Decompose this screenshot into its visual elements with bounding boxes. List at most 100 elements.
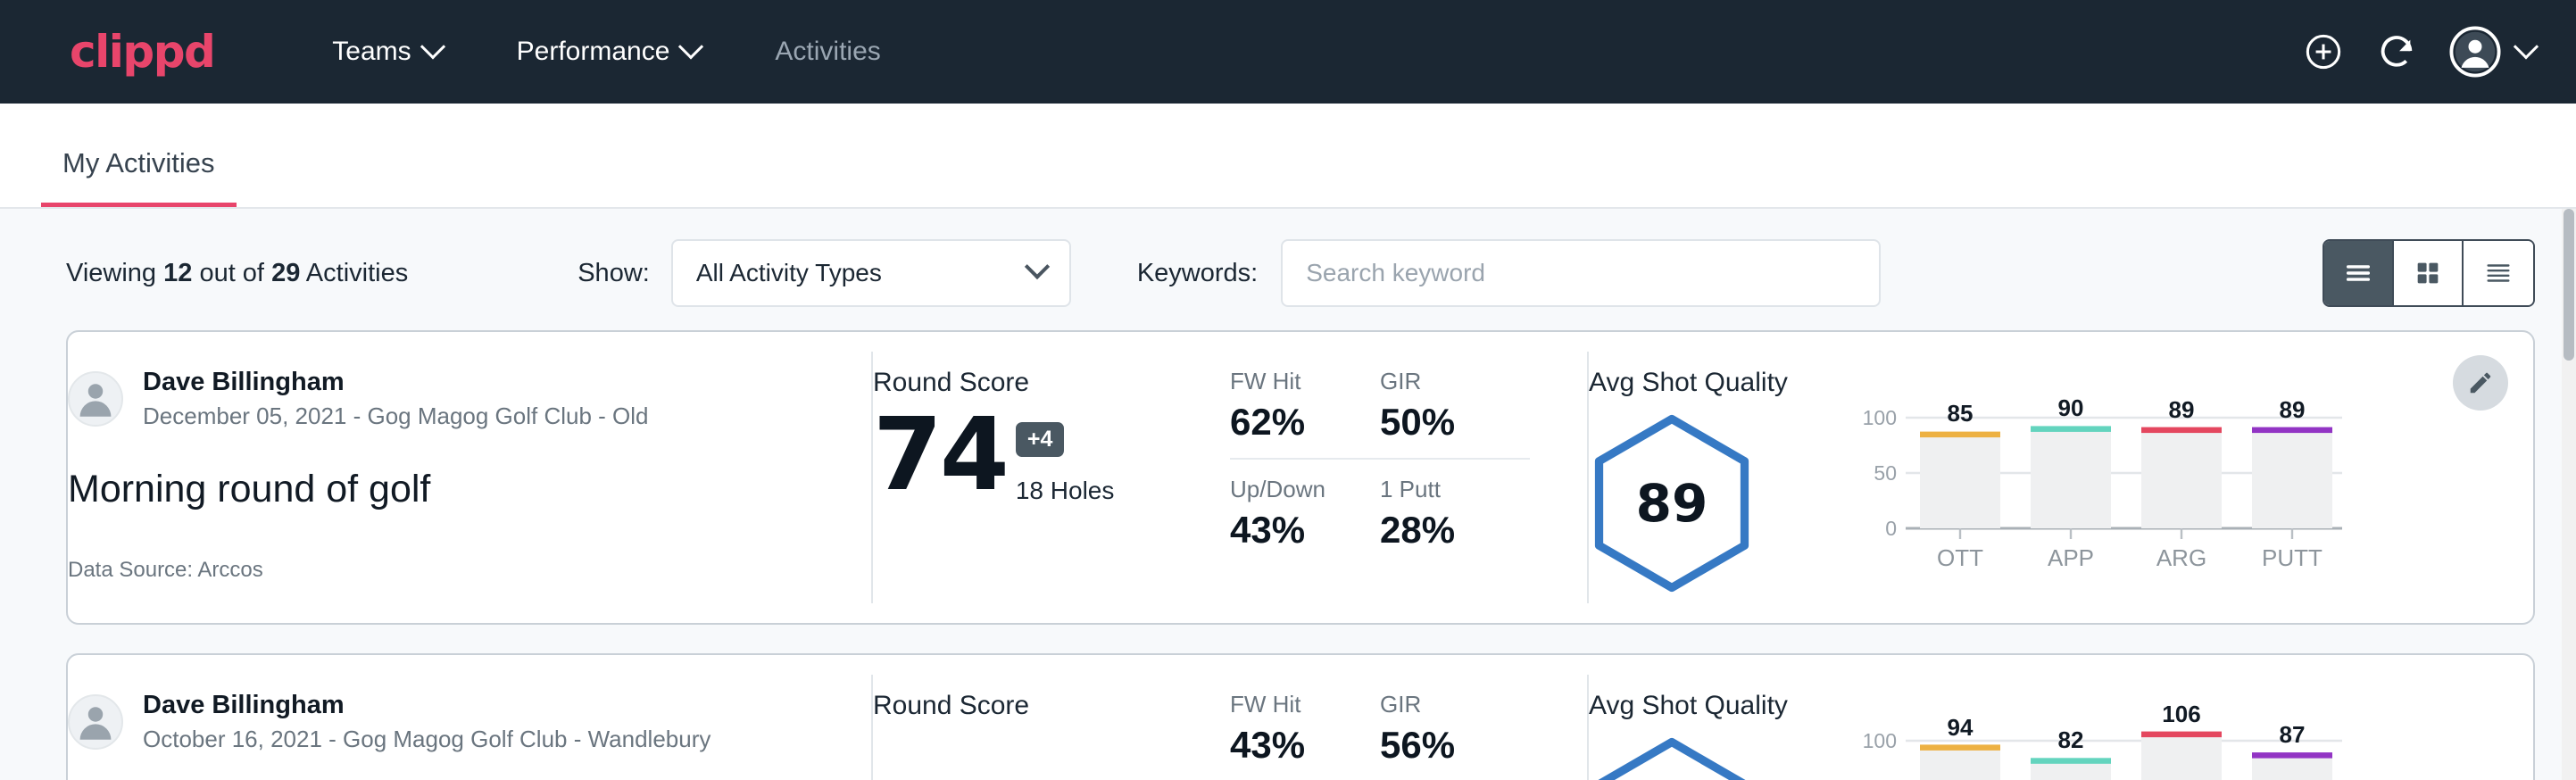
bar-chart-svg: 100 50 0 85 OTT xyxy=(1856,382,2356,574)
quality-hexagon xyxy=(1589,737,1755,780)
round-stats: FW Hit 43% GIR 56% xyxy=(1230,655,1587,780)
top-nav-actions xyxy=(2303,26,2535,78)
svg-text:ARG: ARG xyxy=(2156,544,2206,571)
svg-text:106: 106 xyxy=(2162,705,2200,727)
top-navigation-bar: clippd Teams Performance Activities xyxy=(0,0,2576,104)
stat-label: 1 Putt xyxy=(1380,476,1507,503)
activity-type-select[interactable]: All Activity Types xyxy=(671,239,1071,307)
svg-text:85: 85 xyxy=(1947,400,1973,427)
nav-item-label: Performance xyxy=(517,37,670,67)
person-name: Dave Billingham xyxy=(143,368,649,397)
stat-value: 56% xyxy=(1380,724,1507,767)
round-stats: FW Hit 62% GIR 50% Up/Down 43% 1 Putt 28… xyxy=(1230,332,1587,623)
stat-value: 43% xyxy=(1230,509,1357,552)
round-score-label: Round Score xyxy=(873,368,1230,398)
list-view-button[interactable] xyxy=(2324,241,2394,305)
activity-person: Dave Billingham October 16, 2021 - Gog M… xyxy=(68,691,871,753)
activity-card[interactable]: Dave Billingham October 16, 2021 - Gog M… xyxy=(66,653,2535,780)
nav-item-activities[interactable]: Activities xyxy=(762,28,893,76)
page-scrollbar[interactable] xyxy=(2562,209,2576,780)
compact-view-button[interactable] xyxy=(2464,241,2533,305)
stat-gir: GIR 50% xyxy=(1380,368,1530,460)
avatar xyxy=(68,371,123,427)
add-circle-icon[interactable] xyxy=(2303,31,2344,72)
round-score-value: 74 xyxy=(873,405,1007,505)
viewing-prefix: Viewing xyxy=(66,259,156,287)
person-name: Dave Billingham xyxy=(143,691,710,720)
shot-quality-bar-chart: 100 50 0 94 OTT xyxy=(1856,705,2356,780)
grid-view-button[interactable] xyxy=(2394,241,2464,305)
shot-quality-bar-chart: 100 50 0 85 OTT xyxy=(1856,382,2356,623)
viewing-suffix: Activities xyxy=(306,259,408,287)
refresh-icon[interactable] xyxy=(2376,31,2417,72)
svg-text:APP: APP xyxy=(2048,544,2094,571)
svg-text:50: 50 xyxy=(1874,461,1897,485)
stat-label: GIR xyxy=(1380,368,1507,395)
avatar xyxy=(68,694,123,750)
chevron-down-icon xyxy=(1025,254,1050,279)
avg-shot-quality-section: Avg Shot Quality 89 100 5 xyxy=(1589,332,2533,623)
search-input[interactable] xyxy=(1281,239,1881,307)
stat-label: FW Hit xyxy=(1230,368,1357,395)
view-mode-toggle xyxy=(2323,239,2535,307)
quality-score-value: 89 xyxy=(1589,414,1755,593)
activity-card[interactable]: Dave Billingham December 05, 2021 - Gog … xyxy=(66,330,2535,625)
svg-text:87: 87 xyxy=(2279,721,2305,748)
viewing-middle: out of xyxy=(199,259,264,287)
stat-one-putt: 1 Putt 28% xyxy=(1380,460,1530,552)
chevron-down-icon xyxy=(420,34,445,59)
svg-text:89: 89 xyxy=(2279,396,2305,423)
activity-card-list: Dave Billingham December 05, 2021 - Gog … xyxy=(0,330,2576,780)
activity-meta: December 05, 2021 - Gog Magog Golf Club … xyxy=(143,402,649,430)
stat-fw-hit: FW Hit 43% xyxy=(1230,691,1380,780)
chevron-down-icon xyxy=(678,34,703,59)
svg-text:100: 100 xyxy=(1863,729,1897,752)
activities-page: Viewing 12 out of 29 Activities Show: Al… xyxy=(0,209,2576,780)
viewing-total: 29 xyxy=(271,259,300,287)
activity-title: Morning round of golf xyxy=(68,468,871,511)
quality-hexagon: 89 xyxy=(1589,414,1755,593)
nav-item-teams[interactable]: Teams xyxy=(320,28,453,76)
tab-my-activities[interactable]: My Activities xyxy=(41,147,237,207)
round-score-label: Round Score xyxy=(873,691,1230,721)
chevron-down-icon xyxy=(2514,34,2539,59)
nav-item-label: Teams xyxy=(332,37,411,67)
activity-info: Dave Billingham December 05, 2021 - Gog … xyxy=(68,332,871,623)
avg-shot-quality-section: Avg Shot Quality 100 50 0 xyxy=(1589,655,2533,780)
svg-text:OTT: OTT xyxy=(1937,544,1983,571)
activity-meta: October 16, 2021 - Gog Magog Golf Club -… xyxy=(143,726,710,753)
viewing-count: 12 xyxy=(163,259,192,287)
stat-value: 43% xyxy=(1230,724,1357,767)
nav-item-performance[interactable]: Performance xyxy=(504,28,713,76)
stat-label: GIR xyxy=(1380,691,1507,718)
avg-shot-quality-label: Avg Shot Quality xyxy=(1589,691,1788,721)
stat-label: FW Hit xyxy=(1230,691,1357,718)
brand-logo[interactable]: clippd xyxy=(70,26,214,78)
stat-fw-hit: FW Hit 62% xyxy=(1230,368,1380,460)
activity-person: Dave Billingham December 05, 2021 - Gog … xyxy=(68,368,871,430)
svg-text:82: 82 xyxy=(2057,726,2083,753)
nav-item-label: Activities xyxy=(775,37,880,67)
activity-info: Dave Billingham October 16, 2021 - Gog M… xyxy=(68,655,871,780)
bar-chart-svg: 100 50 0 94 OTT xyxy=(1856,705,2356,780)
scrollbar-thumb[interactable] xyxy=(2564,209,2574,361)
svg-text:0: 0 xyxy=(1885,517,1897,540)
svg-text:94: 94 xyxy=(1947,714,1973,741)
tab-label: My Activities xyxy=(62,147,215,178)
data-source: Data Source: Arccos xyxy=(68,558,871,583)
show-label: Show: xyxy=(578,259,650,288)
avg-shot-quality-label: Avg Shot Quality xyxy=(1589,368,1788,398)
holes-played: 18 Holes xyxy=(1016,477,1115,505)
primary-nav: Teams Performance Activities xyxy=(320,28,893,76)
edit-activity-button[interactable] xyxy=(2453,355,2508,411)
stat-value: 62% xyxy=(1230,401,1357,444)
svg-text:89: 89 xyxy=(2168,396,2194,423)
stat-value: 50% xyxy=(1380,401,1507,444)
keywords-label: Keywords: xyxy=(1137,259,1258,288)
stat-up-down: Up/Down 43% xyxy=(1230,460,1380,552)
tab-strip: My Activities xyxy=(0,104,2576,209)
show-filter-group: Show: All Activity Types xyxy=(578,239,1071,307)
activity-type-value: All Activity Types xyxy=(696,259,882,287)
svg-text:PUTT: PUTT xyxy=(2262,544,2323,571)
account-avatar[interactable] xyxy=(2449,26,2535,78)
